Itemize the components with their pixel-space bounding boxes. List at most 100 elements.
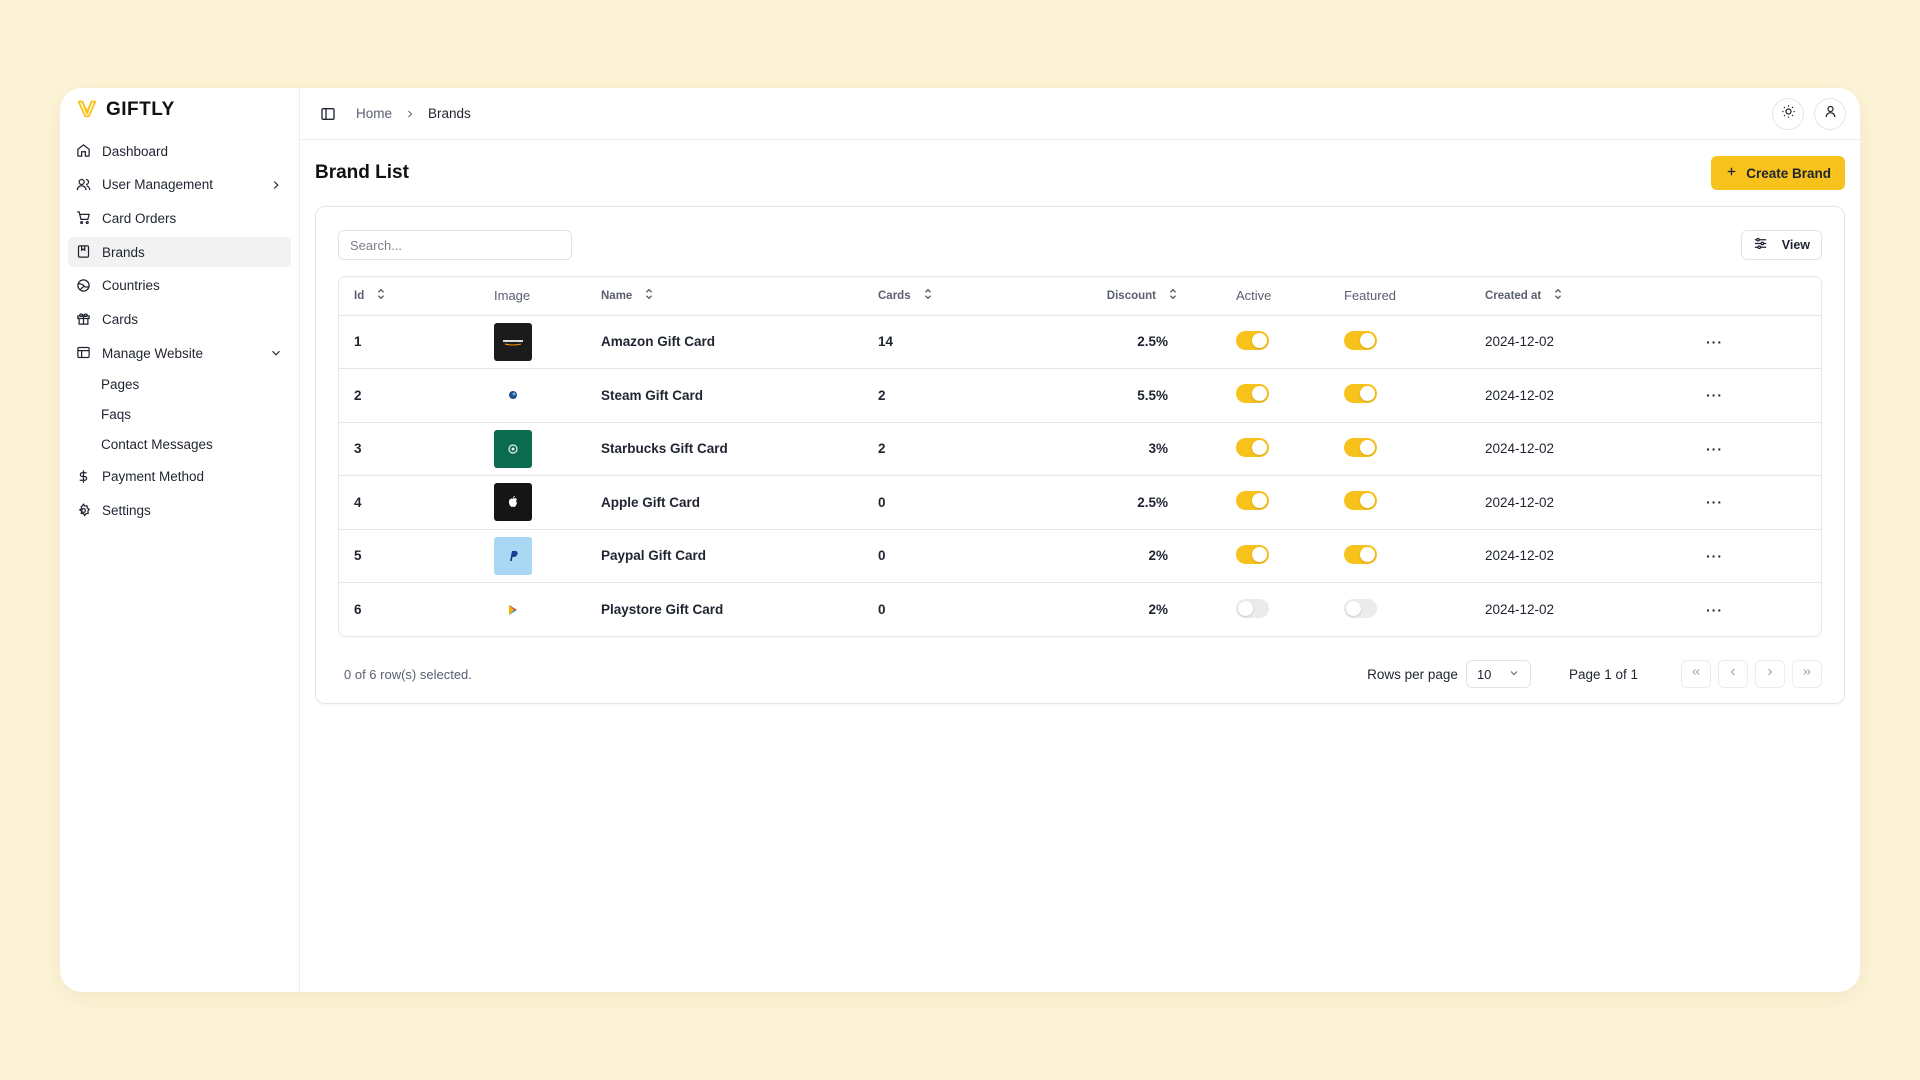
sidebar-item-label: Brands [102, 244, 145, 260]
cell-cards: 0 [878, 602, 886, 617]
table-row[interactable]: 5 Paypal Gift Card 0 2% 2024-12-02 ··· [339, 529, 1821, 583]
more-actions-icon[interactable]: ··· [1706, 334, 1723, 350]
cell-discount: 5.5% [1104, 368, 1236, 423]
cell-image [494, 422, 601, 476]
cell-name: Playstore Gift Card [601, 602, 724, 617]
sidebar-item-cards[interactable]: Cards [68, 304, 291, 334]
column-header-featured: Featured [1344, 277, 1485, 316]
sidebar-item-brands[interactable]: Brands [68, 237, 291, 268]
sidebar-item-dashboard[interactable]: Dashboard [68, 136, 291, 166]
cell-active [1236, 315, 1344, 369]
more-actions-icon[interactable]: ··· [1706, 548, 1723, 564]
sort-icon [644, 288, 654, 303]
chevron-right-icon [404, 108, 416, 120]
cell-name: Amazon Gift Card [601, 315, 878, 369]
brands-table: Id Image Name Cards Discount Active Feat… [339, 277, 1821, 636]
cell-cards: 2 [878, 368, 1104, 423]
sliders-icon [1753, 236, 1768, 254]
view-options-button[interactable]: View [1740, 230, 1822, 260]
featured-toggle[interactable] [1344, 491, 1377, 511]
pagination: Rows per page 10 Page 1 of 1 [1367, 660, 1822, 688]
featured-toggle[interactable] [1344, 330, 1377, 350]
sidebar-item-countries[interactable]: Countries [68, 271, 291, 301]
sidebar-item-card-orders[interactable]: Card Orders [68, 203, 291, 233]
more-actions-icon[interactable]: ··· [1706, 441, 1723, 457]
sidebar-subitem-faqs[interactable]: Faqs [68, 402, 291, 428]
featured-toggle[interactable] [1344, 437, 1377, 457]
amazon-logo-icon [494, 322, 532, 361]
theme-toggle-button[interactable] [1772, 97, 1804, 130]
column-header-image: Image [494, 277, 601, 316]
sidebar-item-payment-method[interactable]: Payment Method [68, 462, 291, 492]
gift-icon [76, 311, 92, 327]
column-header-discount[interactable]: Discount [1104, 277, 1236, 316]
active-toggle[interactable] [1236, 598, 1269, 618]
cell-featured [1344, 368, 1485, 423]
cell-image [494, 529, 601, 583]
sidebar-item-label: User Management [102, 177, 214, 193]
table-row[interactable]: 3 Starbucks Gift Card 2 3% 2024-12-02 ··… [339, 422, 1821, 476]
table-row[interactable]: 4 Apple Gift Card 0 2.5% 2024-12-02 ··· [339, 475, 1821, 530]
featured-toggle[interactable] [1344, 544, 1377, 564]
column-label: Id [354, 289, 365, 302]
create-brand-button[interactable]: Create Brand [1711, 156, 1845, 190]
cell-name: Paypal Gift Card [601, 529, 878, 583]
next-page-button[interactable] [1755, 660, 1785, 688]
apple-logo-icon [494, 483, 532, 522]
cell-id: 1 [339, 315, 494, 369]
sidebar-subitem-contact-messages[interactable]: Contact Messages [68, 432, 291, 458]
active-toggle[interactable] [1236, 330, 1269, 350]
more-actions-icon[interactable]: ··· [1706, 494, 1723, 510]
sidebar-item-user-management[interactable]: User Management [68, 170, 291, 200]
active-toggle[interactable] [1236, 544, 1269, 564]
sidebar-item-manage-website[interactable]: Manage Website [68, 338, 291, 368]
rows-per-page-select[interactable]: 10 [1465, 660, 1531, 688]
table-toolbar: View [338, 229, 1822, 261]
cell-name: Starbucks Gift Card [601, 422, 878, 476]
breadcrumb-current: Brands [428, 106, 471, 121]
more-actions-icon[interactable]: ··· [1706, 602, 1723, 618]
column-header-name[interactable]: Name [601, 277, 878, 316]
sort-icon [1168, 288, 1178, 303]
cell-discount: 2% [1104, 529, 1236, 583]
user-icon [1823, 104, 1838, 124]
paypal-logo-icon [494, 536, 532, 575]
featured-toggle[interactable] [1344, 598, 1377, 618]
table-row[interactable]: 2 Steam Gift Card 2 5.5% 2024-12-02 ··· [339, 368, 1821, 423]
cell-image [494, 583, 601, 637]
column-header-created-at[interactable]: Created at [1485, 277, 1706, 316]
active-toggle[interactable] [1236, 437, 1269, 457]
column-header-cards[interactable]: Cards [878, 277, 1104, 316]
cell-active [1236, 475, 1344, 530]
sidebar-toggle-icon[interactable] [320, 106, 336, 122]
sidebar-subitem-pages[interactable]: Pages [68, 372, 291, 398]
first-page-button[interactable] [1681, 660, 1711, 688]
cart-icon [76, 210, 92, 226]
sidebar-item-label: Dashboard [102, 143, 169, 159]
breadcrumb-home[interactable]: Home [356, 106, 392, 121]
active-toggle[interactable] [1236, 491, 1269, 511]
featured-toggle[interactable] [1344, 384, 1377, 404]
column-label: Cards [878, 289, 911, 302]
sidebar-item-settings[interactable]: Settings [68, 496, 291, 526]
table-row[interactable]: 1 Amazon Gift Card 14 2.5% 2024-12-02 ··… [339, 315, 1821, 369]
settings-icon [76, 502, 92, 519]
previous-page-button[interactable] [1718, 660, 1748, 688]
cell-actions: ··· [1706, 422, 1821, 476]
user-menu-button[interactable] [1814, 97, 1846, 130]
sidebar-item-label: Settings [102, 503, 151, 518]
more-actions-icon[interactable]: ··· [1706, 387, 1723, 403]
cell-actions: ··· [1706, 368, 1821, 423]
cell-actions: ··· [1706, 583, 1821, 637]
search-input[interactable] [338, 230, 572, 260]
column-header-id[interactable]: Id [339, 277, 494, 316]
selection-status: 0 of 6 row(s) selected. [344, 666, 472, 682]
page-title: Brand List [315, 162, 409, 183]
cell-cards: 14 [878, 315, 1104, 369]
cell-discount: 2% [1148, 602, 1168, 617]
logo[interactable]: GIFTLY [68, 98, 291, 122]
table-row[interactable]: 6 Playstore Gift Card 0 2% 2024-12-02 ··… [339, 583, 1821, 637]
column-label: Discount [1106, 289, 1156, 302]
last-page-button[interactable] [1792, 660, 1822, 688]
active-toggle[interactable] [1236, 384, 1269, 404]
